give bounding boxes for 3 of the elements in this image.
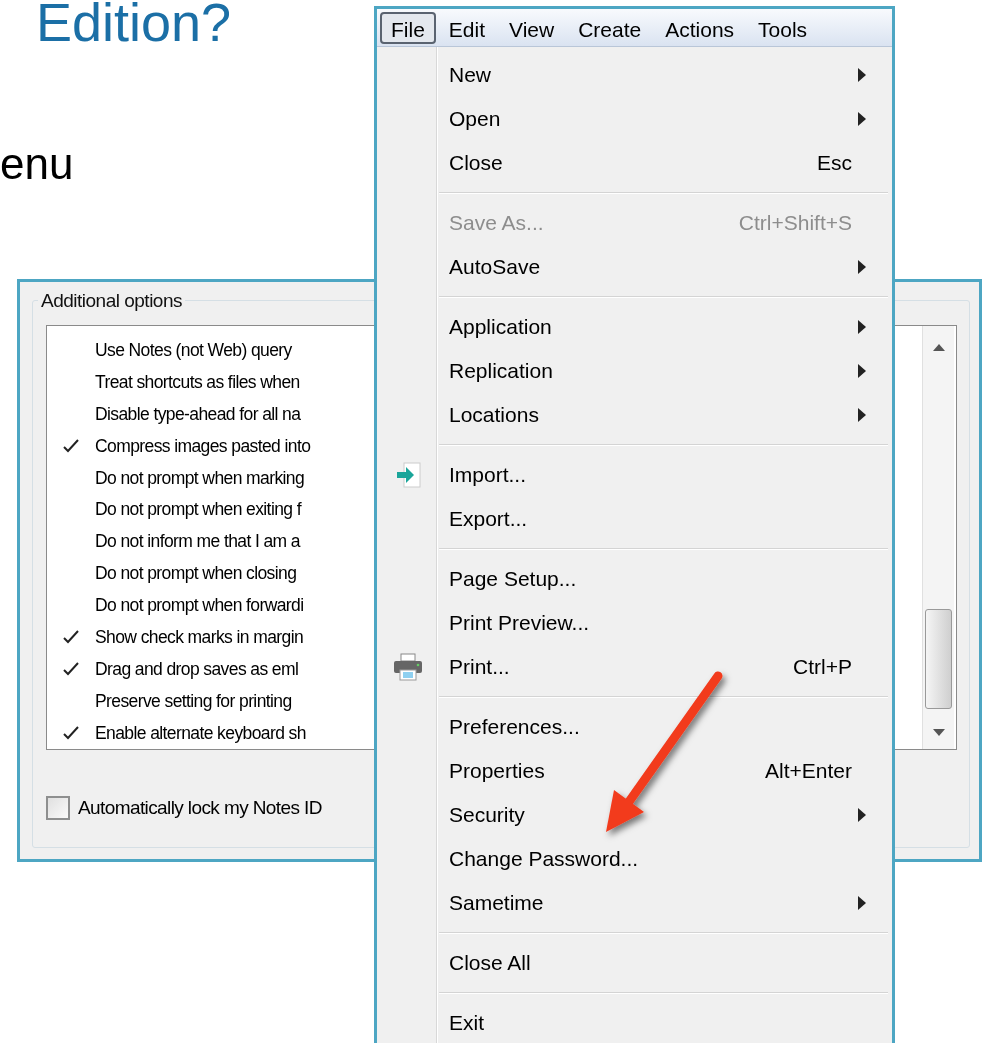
slide-title: Edition? bbox=[36, 0, 232, 52]
checkbox-label: Automatically lock my Notes ID bbox=[78, 796, 322, 820]
slide-text: enu bbox=[0, 138, 74, 190]
